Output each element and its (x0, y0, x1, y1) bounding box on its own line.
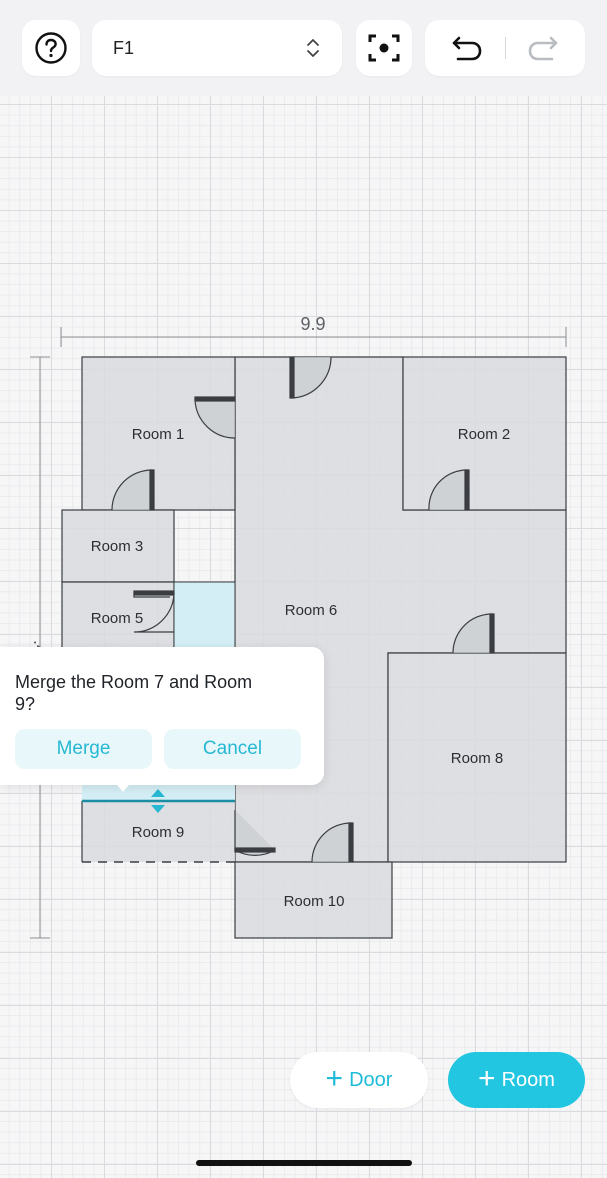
floor-plan-canvas[interactable]: 9.9 .4 (0, 96, 607, 1178)
room-9-label: Room 9 (132, 824, 185, 841)
room-6-label: Room 6 (285, 602, 338, 619)
room-5-label: Room 5 (91, 610, 144, 627)
add-room-label: Room (501, 1068, 555, 1091)
width-dimension-label: 9.9 (300, 314, 325, 334)
chevron-up-down-icon (307, 39, 319, 57)
redo-button[interactable] (521, 32, 565, 64)
merge-dialog: Merge the Room 7 and Room 9? Merge Cance… (0, 647, 324, 785)
toolbar-divider (505, 37, 506, 59)
undo-button[interactable] (445, 32, 489, 64)
floor-value: F1 (113, 38, 135, 58)
floor-plan: 9.9 .4 (30, 314, 567, 939)
merge-dialog-pointer (113, 780, 133, 792)
home-indicator (196, 1160, 412, 1166)
add-room-button[interactable]: + Room (448, 1052, 585, 1108)
room-8-label: Room 8 (451, 750, 504, 767)
plus-icon: + (478, 1061, 496, 1095)
room-1-label: Room 1 (132, 426, 185, 443)
center-view-button[interactable] (356, 20, 412, 76)
merge-button[interactable]: Merge (15, 729, 152, 769)
room-7[interactable] (173, 581, 236, 649)
room-2-label: Room 2 (458, 426, 511, 443)
cancel-button[interactable]: Cancel (164, 729, 301, 769)
add-door-label: Door (349, 1068, 393, 1091)
center-focus-icon (368, 34, 400, 62)
room-3-label: Room 3 (91, 538, 144, 555)
undo-icon (452, 36, 482, 61)
room-10-label: Room 10 (284, 893, 345, 910)
help-button[interactable] (22, 20, 80, 76)
question-circle-icon (35, 32, 67, 64)
plus-icon: + (325, 1061, 344, 1095)
merge-question: Merge the Room 7 and Room 9? (15, 672, 253, 714)
undo-redo-group (425, 20, 585, 76)
add-door-button[interactable]: + Door (290, 1052, 428, 1108)
top-toolbar: F1 (0, 0, 607, 96)
redo-icon (528, 36, 558, 61)
floor-selector[interactable]: F1 (92, 20, 342, 76)
